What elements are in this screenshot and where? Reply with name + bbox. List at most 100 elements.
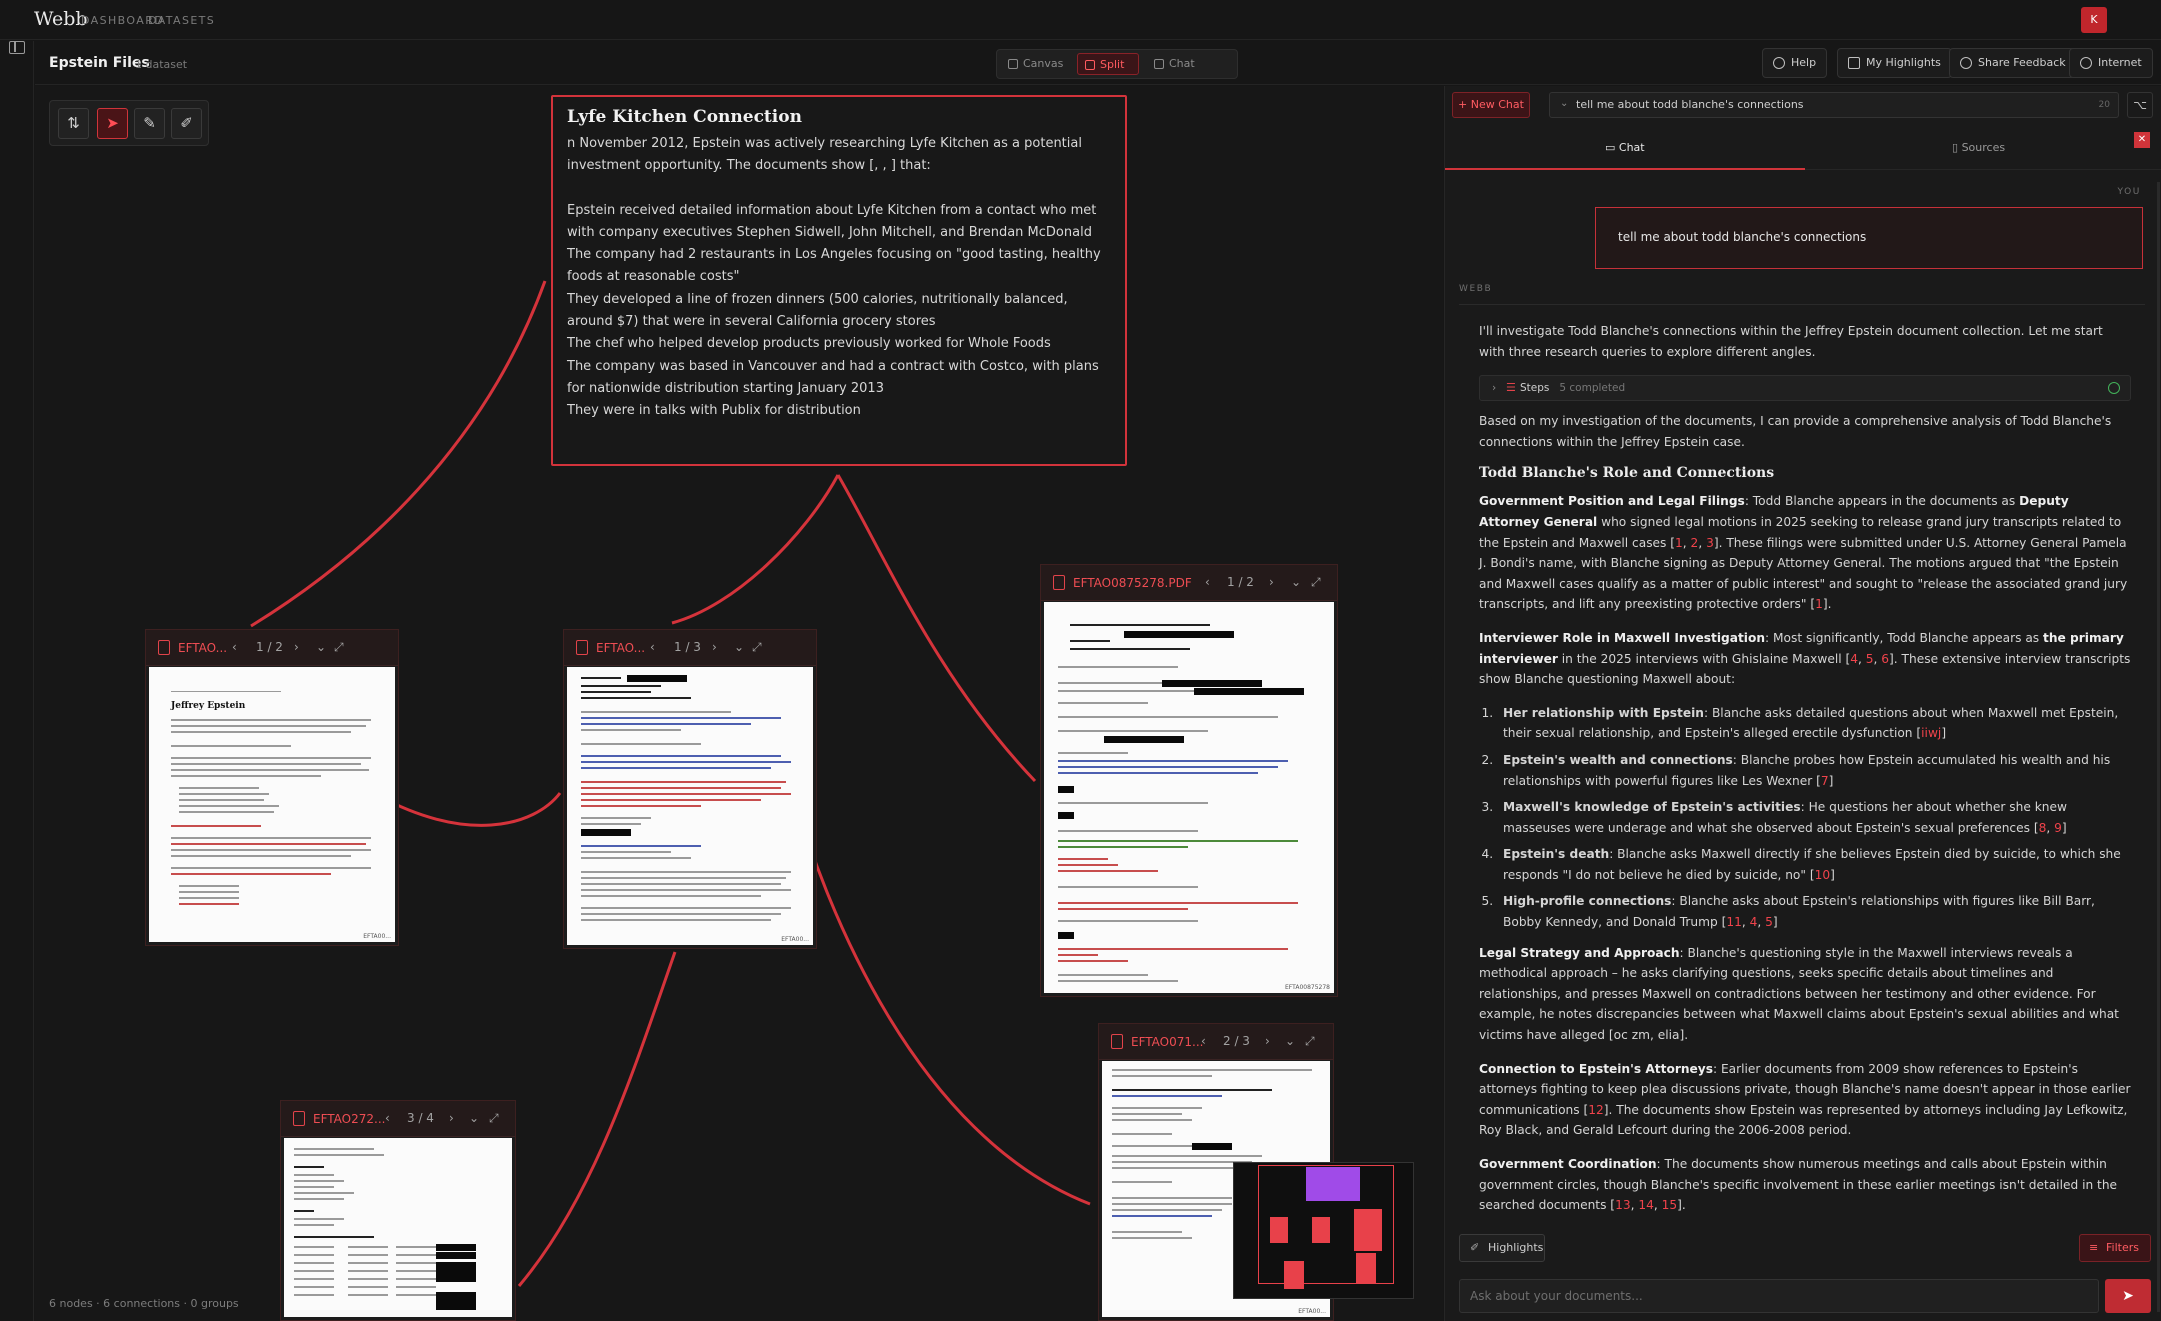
note-line <box>567 178 1111 200</box>
document-page-preview[interactable]: Jeffrey Epstein EFTA00... <box>149 667 395 942</box>
citation-link[interactable]: 8 <box>2039 821 2047 835</box>
document-card-header: EFTAO... ‹ 1 / 3 › ⌄ ⤢ <box>564 630 816 666</box>
new-chat-button[interactable]: + New Chat <box>1452 92 1530 118</box>
chevron-down-icon[interactable]: ⌄ <box>1285 1034 1295 1048</box>
document-page-preview[interactable]: EFTA00875278 <box>1044 602 1334 993</box>
help-button[interactable]: Help <box>1762 48 1828 78</box>
prev-page-icon[interactable]: ‹ <box>650 640 655 654</box>
scrollbar[interactable] <box>2157 182 2160 1312</box>
tab-sources[interactable]: ▯ Sources <box>1952 141 2005 154</box>
document-card[interactable]: EFTAO... ‹ 1 / 2 › ⌄ ⤢ Jeffrey Epstein E… <box>145 629 399 946</box>
edge <box>517 951 677 1287</box>
note-line: The company had 2 restaurants in Los Ang… <box>567 247 1101 285</box>
expand-icon[interactable]: ⤢ <box>752 640 762 655</box>
citation-link[interactable]: 4 <box>1750 915 1758 929</box>
prev-page-icon[interactable]: ‹ <box>1201 1034 1206 1048</box>
topics-list: Her relationship with Epstein: Blanche a… <box>1497 703 2131 933</box>
mode-split-button[interactable]: Split <box>1077 53 1139 75</box>
citation-link[interactable]: 6 <box>1881 652 1889 666</box>
page-indicator: 1 / 2 <box>1227 575 1254 589</box>
steps-toggle[interactable]: › ☰ Steps 5 completed <box>1479 375 2131 402</box>
user-message: tell me about todd blanche's connections <box>1595 207 2143 269</box>
chevron-down-icon[interactable]: ⌄ <box>316 640 326 654</box>
citation-link[interactable]: 11 <box>1726 915 1742 929</box>
citation-link[interactable]: 7 <box>1821 774 1829 788</box>
document-card[interactable]: EFTAO272... ‹ 3 / 4 › ⌄ ⤢ <box>280 1100 516 1321</box>
conversation-select[interactable]: ⌄ tell me about todd blanche's connectio… <box>1549 92 2119 118</box>
list-item: Epstein's wealth and connections: Blanch… <box>1497 750 2131 791</box>
page-indicator: 2 / 3 <box>1223 1034 1250 1048</box>
chevron-down-icon[interactable]: ⌄ <box>469 1111 479 1125</box>
document-page-preview[interactable]: EFTA00... <box>567 667 813 945</box>
citation-link[interactable]: 12 <box>1588 1103 1604 1117</box>
chevron-down-icon[interactable]: ⌄ <box>1291 575 1301 589</box>
expand-icon[interactable]: ⤢ <box>1305 1034 1315 1049</box>
citation-link[interactable]: 5 <box>1765 915 1773 929</box>
expand-icon[interactable]: ⤢ <box>334 640 344 655</box>
share-feedback-button[interactable]: Share Feedback <box>1949 48 2077 78</box>
filters-button[interactable]: ≡ Filters <box>2079 1234 2151 1262</box>
nav-datasets[interactable]: DATASETS <box>148 14 215 27</box>
grid-icon <box>1008 59 1018 69</box>
next-page-icon[interactable]: › <box>449 1111 454 1125</box>
citation-link[interactable]: 10 <box>1815 868 1831 882</box>
close-icon[interactable]: ✕ <box>2134 132 2150 148</box>
chat-input[interactable] <box>1459 1279 2099 1313</box>
citation-link[interactable]: 2 <box>1691 536 1699 550</box>
next-page-icon[interactable]: › <box>712 640 717 654</box>
share-icon[interactable]: ⌥ <box>2127 92 2153 118</box>
document-card[interactable]: EFTAO0875278.PDF ‹ 1 / 2 › ⌄ ⤢ EFTA00875… <box>1040 564 1338 997</box>
my-highlights-button[interactable]: My Highlights <box>1837 48 1952 78</box>
citation-link[interactable]: iiwj <box>1921 726 1941 740</box>
document-card[interactable]: EFTAO... ‹ 1 / 3 › ⌄ ⤢ EFTA00... <box>563 629 817 949</box>
mode-chat-button[interactable]: Chat <box>1147 53 1209 75</box>
canvas-toolbar: ⇅ ➤ ✎ ✐ <box>49 100 209 146</box>
next-page-icon[interactable]: › <box>1269 575 1274 589</box>
expand-icon[interactable]: ⤢ <box>489 1111 499 1126</box>
citation-link[interactable]: 1 <box>1815 597 1823 611</box>
next-page-icon[interactable]: › <box>294 640 299 654</box>
expand-icon[interactable]: ⤢ <box>1311 575 1321 590</box>
list-item: Maxwell's knowledge of Epstein's activit… <box>1497 797 2131 838</box>
citation-link[interactable]: 1 <box>1675 536 1683 550</box>
citation-link[interactable]: 9 <box>2054 821 2062 835</box>
mode-canvas-button[interactable]: Canvas <box>1001 53 1071 75</box>
tab-chat[interactable]: ▭ Chat <box>1605 141 1645 154</box>
dataset-count: 1 dataset <box>135 58 188 71</box>
edge <box>671 474 840 625</box>
chevron-down-icon[interactable]: ⌄ <box>734 640 744 654</box>
citation-link[interactable]: 3 <box>1706 536 1714 550</box>
chat-icon: ▭ <box>1605 141 1619 154</box>
left-rail <box>0 41 34 1321</box>
note-card[interactable]: Lyfe Kitchen Connection n November 2012,… <box>551 95 1127 466</box>
minimap-viewport[interactable] <box>1258 1165 1394 1284</box>
citation-link[interactable]: 13 <box>1615 1198 1631 1212</box>
pencil-tool-icon[interactable]: ✎ <box>134 108 165 139</box>
next-page-icon[interactable]: › <box>1265 1034 1270 1048</box>
highlights-button[interactable]: ✐ Highlights <box>1459 1234 1545 1262</box>
prev-page-icon[interactable]: ‹ <box>232 640 237 654</box>
sidebar-toggle-icon[interactable] <box>9 41 25 54</box>
app-logo[interactable]: Webb <box>34 8 88 30</box>
document-name: EFTAO... <box>178 641 228 655</box>
pan-tool-icon[interactable]: ⇅ <box>58 108 89 139</box>
select-tool-icon[interactable]: ➤ <box>97 108 128 139</box>
citation-link[interactable]: 15 <box>1662 1198 1678 1212</box>
user-label: YOU <box>2117 187 2141 197</box>
canvas-area[interactable]: ⇅ ➤ ✎ ✐ Lyfe Kitchen Connection n Novemb… <box>35 86 1443 1321</box>
canvas-minimap[interactable] <box>1233 1162 1414 1299</box>
highlighter-tool-icon[interactable]: ✐ <box>171 108 202 139</box>
send-button[interactable]: ➤ <box>2105 1279 2151 1313</box>
avatar[interactable]: K <box>2081 7 2107 33</box>
answer-summary: Based on my investigation of the documen… <box>1479 414 2112 449</box>
citation-link[interactable]: 14 <box>1638 1198 1654 1212</box>
internet-button[interactable]: Internet <box>2069 48 2153 78</box>
prev-page-icon[interactable]: ‹ <box>1205 575 1210 589</box>
prev-page-icon[interactable]: ‹ <box>385 1111 390 1125</box>
answer-paragraph: Interviewer Role in Maxwell Investigatio… <box>1479 630 2131 687</box>
document-page-preview[interactable] <box>284 1138 512 1317</box>
citation-link[interactable]: 4 <box>1850 652 1858 666</box>
edge <box>836 474 1037 783</box>
list-item: Epstein's death: Blanche asks Maxwell di… <box>1497 844 2131 885</box>
citation-link[interactable]: 5 <box>1866 652 1874 666</box>
